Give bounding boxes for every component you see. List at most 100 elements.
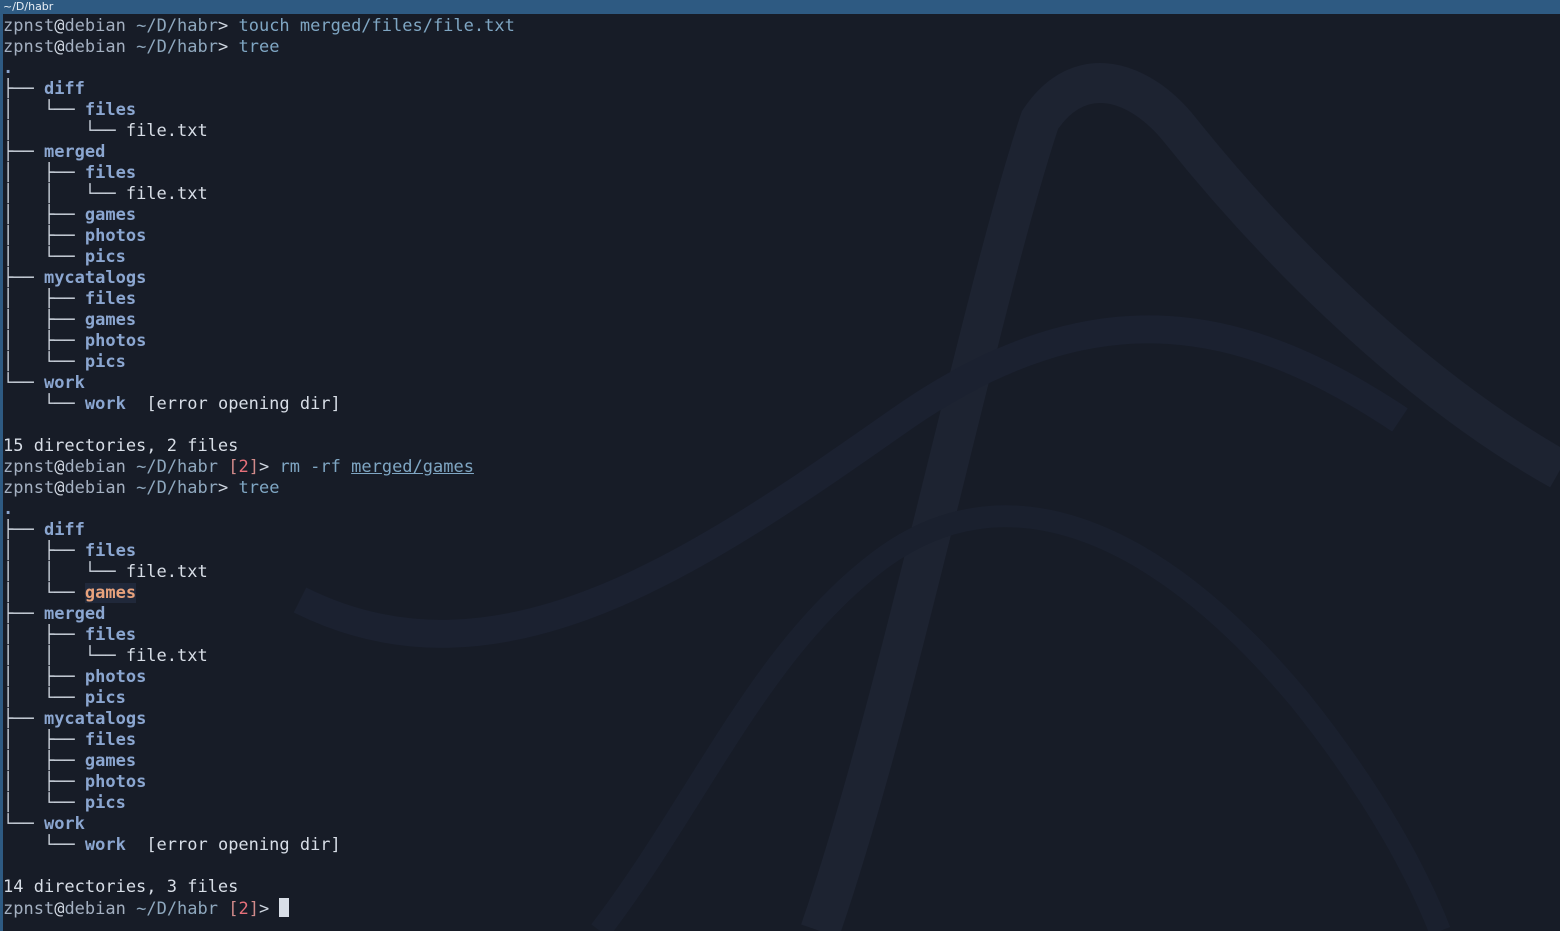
exit-code-bracket: [ (218, 899, 238, 919)
directory-name: files (85, 625, 136, 645)
tree-branch: │ └── (3, 688, 85, 708)
prompt-user: zpnst (3, 478, 54, 498)
tree-entry: │ └── pics (3, 247, 515, 268)
tree-entry: │ └── games (3, 583, 515, 604)
tree-entry: │ ├── files (3, 289, 515, 310)
prompt-at: @ (54, 899, 64, 919)
directory-name: diff (44, 79, 85, 99)
exit-code-bracket: ] (249, 457, 259, 477)
tree-branch: │ └── (3, 352, 85, 372)
tree-entry: │ ├── files (3, 730, 515, 751)
prompt-line: zpnst@debian ~/D/habr [2]> rm -rf merged… (3, 457, 515, 478)
tree-branch: ├── (3, 142, 44, 162)
tree-branch: │ └── (3, 583, 85, 603)
tree-branch: ├── (3, 268, 44, 288)
output-line: 15 directories, 2 files (3, 436, 515, 457)
tree-entry: │ └── file.txt (3, 121, 515, 142)
window-border (0, 14, 3, 931)
directory-name: pics (85, 793, 126, 813)
exit-code: 2 (238, 899, 248, 919)
file-name: file.txt (126, 562, 208, 582)
tree-branch: └── (3, 373, 44, 393)
directory-name: photos (85, 331, 146, 351)
prompt-symbol: > (218, 16, 238, 36)
tree-root-line: . (3, 499, 515, 520)
tree-entry: │ │ └── file.txt (3, 646, 515, 667)
tree-branch: │ ├── (3, 205, 85, 225)
tree-branch: │ ├── (3, 310, 85, 330)
directory-name: pics (85, 247, 126, 267)
output-line: 14 directories, 3 files (3, 877, 515, 898)
prompt-symbol: > (259, 457, 279, 477)
prompt-host: debian (64, 37, 125, 57)
tree-entry: └── work [error opening dir] (3, 835, 515, 856)
tree-branch: │ └── (3, 100, 85, 120)
tree-root-line: . (3, 58, 515, 79)
tree-entry: │ └── pics (3, 793, 515, 814)
tree-branch: │ └── (3, 247, 85, 267)
output-text: 15 directories, 2 files (3, 436, 238, 456)
tree-branch: ├── (3, 604, 44, 624)
tree-branch: │ ├── (3, 331, 85, 351)
tree-entry: ├── diff (3, 79, 515, 100)
directory-name: pics (85, 352, 126, 372)
exit-code-bracket: [ (218, 457, 238, 477)
prompt-user: zpnst (3, 37, 54, 57)
tree-entry: │ ├── files (3, 541, 515, 562)
tree-entry: │ │ └── file.txt (3, 184, 515, 205)
directory-name: files (85, 163, 136, 183)
prompt-at: @ (54, 478, 64, 498)
directory-name: files (85, 541, 136, 561)
directory-name: games (85, 751, 136, 771)
prompt-symbol: > (259, 899, 279, 919)
directory-name: files (85, 730, 136, 750)
tree-branch: └── (3, 394, 85, 414)
tree-branch: │ │ └── (3, 646, 126, 666)
directory-name: mycatalogs (44, 709, 146, 729)
whiteout-name: games (85, 583, 136, 603)
tree-entry: │ ├── photos (3, 226, 515, 247)
prompt-path: ~/D/habr (136, 37, 218, 57)
prompt-host: debian (64, 457, 125, 477)
file-name: file.txt (126, 121, 208, 141)
directory-name: games (85, 310, 136, 330)
tree-branch: │ ├── (3, 667, 85, 687)
prompt-host: debian (64, 16, 125, 36)
error-note: [error opening dir] (126, 835, 341, 855)
prompt-path: ~/D/habr (136, 478, 218, 498)
tree-branch: │ ├── (3, 772, 85, 792)
command-text: rm -rf (279, 457, 351, 477)
file-name: file.txt (126, 184, 208, 204)
tree-branch: ├── (3, 79, 44, 99)
tree-entry: └── work (3, 814, 515, 835)
prompt-line: zpnst@debian ~/D/habr [2]> (3, 898, 515, 919)
exit-code-bracket: ] (249, 899, 259, 919)
command-text: tree (238, 37, 279, 57)
tree-entry: ├── diff (3, 520, 515, 541)
file-name: file.txt (126, 646, 208, 666)
output-line (3, 415, 515, 436)
tree-branch: │ │ └── (3, 562, 126, 582)
terminal-output[interactable]: zpnst@debian ~/D/habr> touch merged/file… (3, 16, 515, 919)
prompt-symbol: > (218, 478, 238, 498)
tree-entry: │ ├── games (3, 205, 515, 226)
prompt-line: zpnst@debian ~/D/habr> tree (3, 478, 515, 499)
tree-entry: │ ├── files (3, 625, 515, 646)
tree-root: . (3, 499, 13, 519)
tree-entry: │ ├── files (3, 163, 515, 184)
prompt-user: zpnst (3, 457, 54, 477)
command-text: touch merged/files/file.txt (238, 16, 514, 36)
tree-entry: ├── mycatalogs (3, 709, 515, 730)
prompt-user: zpnst (3, 16, 54, 36)
tree-entry: ├── merged (3, 142, 515, 163)
command-argument: merged/games (351, 457, 474, 477)
tree-entry: └── work (3, 373, 515, 394)
directory-name: games (85, 205, 136, 225)
tree-branch: │ ├── (3, 625, 85, 645)
directory-name: mycatalogs (44, 268, 146, 288)
text-cursor[interactable] (279, 898, 289, 917)
prompt-path: ~/D/habr (136, 899, 218, 919)
prompt-at: @ (54, 457, 64, 477)
tree-branch: │ ├── (3, 541, 85, 561)
tree-branch: │ │ └── (3, 184, 126, 204)
